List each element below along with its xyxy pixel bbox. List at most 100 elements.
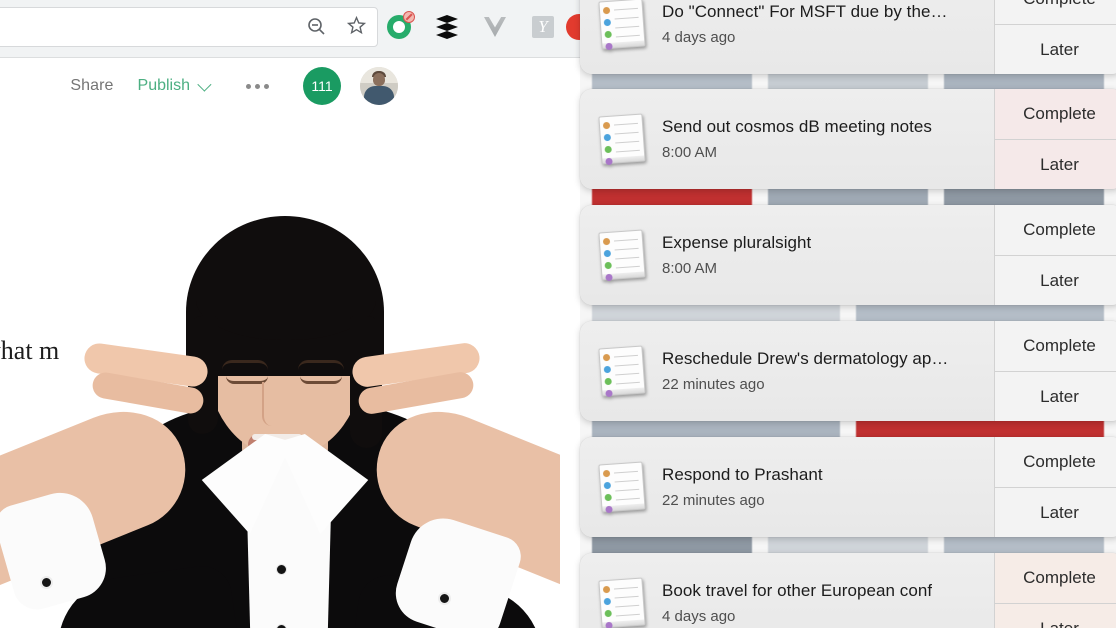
notification-complete-button[interactable]: Complete: [995, 321, 1116, 371]
notification-later-button[interactable]: Later: [995, 487, 1116, 537]
reminders-bullet: [602, 353, 611, 362]
screenshot-root: index.htmlIMG 6995act-cosmos-db-express-…: [0, 0, 1116, 628]
notification-banner[interactable]: Expense pluralsight 8:00 AM Complete Later: [580, 205, 1116, 305]
notification-timestamp: 4 days ago: [662, 608, 736, 625]
reminders-lines: [613, 586, 640, 617]
reminders-lines: [613, 122, 640, 153]
editor-toolbar-actions: Share Publish 111: [70, 58, 398, 114]
extension-toolbar: Y: [386, 7, 556, 47]
buffer-extension-icon[interactable]: [434, 14, 460, 40]
notification-title: Respond to Prashant: [662, 465, 823, 484]
notification-timestamp: 22 minutes ago: [662, 492, 765, 509]
reminders-bullet: [603, 133, 612, 142]
notification-title: Expense pluralsight: [662, 233, 812, 252]
avatar[interactable]: [360, 67, 398, 105]
reminders-lines: [613, 470, 640, 501]
reminders-line: [613, 122, 638, 126]
notification-text: Send out cosmos dB meeting notes 8:00 AM: [662, 117, 932, 161]
reminders-bullet: [603, 18, 612, 27]
notification-complete-button[interactable]: Complete: [995, 437, 1116, 487]
reminders-app-icon: [598, 461, 646, 514]
notification-title: Book travel for other European conf: [662, 581, 933, 600]
grammarly-extension-icon[interactable]: [386, 11, 415, 40]
notification-text: Expense pluralsight 8:00 AM: [662, 233, 811, 277]
reminders-line: [615, 604, 640, 608]
article-text-line: n block: [78, 576, 156, 605]
reminders-line: [615, 140, 640, 144]
reminders-bullet: [604, 145, 612, 154]
reminders-app-icon: [598, 229, 646, 282]
notification-actions: CompleteLater: [994, 89, 1116, 189]
reminders-line: [614, 16, 639, 20]
notification-content[interactable]: Do "Connect" For MSFT due by the… 4 days …: [580, 0, 994, 74]
notification-stack: Do "Connect" For MSFT due by the… 4 days …: [576, 0, 1116, 628]
article-text-line: f th: [82, 530, 118, 559]
reminders-line: [615, 25, 640, 29]
zoom-out-icon[interactable]: [306, 16, 326, 41]
hacker-news-extension-icon[interactable]: Y: [530, 14, 556, 40]
notification-banner[interactable]: Send out cosmos dB meeting notes 8:00 AM C…: [580, 89, 1116, 189]
share-button[interactable]: Share: [70, 77, 113, 95]
notification-actions: CompleteLater: [994, 437, 1116, 537]
notification-later-button[interactable]: Later: [995, 24, 1116, 74]
notification-banner[interactable]: Reschedule Drew's dermatology ap… 22 minu…: [580, 321, 1116, 421]
notification-banner[interactable]: Book travel for other European conf 4 day…: [580, 553, 1116, 628]
reminders-bullet: [603, 597, 612, 606]
reminders-bullet: [603, 365, 612, 374]
dot: [246, 83, 251, 89]
notification-text: Reschedule Drew's dermatology ap… 22 minu…: [662, 349, 948, 393]
notification-complete-button[interactable]: Complete: [995, 89, 1116, 139]
reminders-bullet: [603, 481, 612, 490]
notification-content[interactable]: Reschedule Drew's dermatology ap… 22 minu…: [580, 321, 994, 421]
notification-later-button[interactable]: Later: [995, 371, 1116, 421]
notification-actions: CompleteLater: [994, 553, 1116, 628]
reminders-line: [614, 479, 639, 483]
reminders-app-icon: [598, 113, 646, 166]
notification-timestamp: 4 days ago: [662, 29, 736, 46]
reminders-app-icon: [598, 577, 646, 628]
reminders-line: [613, 7, 638, 11]
article-body: what m f th n block t ff: [0, 114, 580, 628]
notification-complete-button[interactable]: Complete: [995, 0, 1116, 24]
more-options-button[interactable]: [246, 83, 269, 89]
notification-timestamp: 22 minutes ago: [662, 376, 765, 393]
reminders-bullet: [602, 237, 611, 246]
notification-later-button[interactable]: Later: [995, 603, 1116, 628]
publish-label: Publish: [137, 77, 190, 94]
browser-toolbar: Y: [0, 0, 592, 58]
notification-complete-button[interactable]: Complete: [995, 205, 1116, 255]
article-text-line: t ff: [86, 622, 117, 628]
notification-complete-button[interactable]: Complete: [995, 553, 1116, 603]
reminders-bullet: [602, 121, 611, 130]
reminders-app-icon: [598, 0, 646, 51]
reminders-line: [613, 586, 638, 590]
dot: [255, 83, 260, 89]
reminders-lines: [613, 238, 640, 269]
notification-content[interactable]: Book travel for other European conf 4 day…: [580, 553, 994, 628]
notification-content[interactable]: Send out cosmos dB meeting notes 8:00 AM: [580, 89, 994, 189]
bookmark-star-icon[interactable]: [346, 15, 367, 41]
notification-banner[interactable]: Respond to Prashant 22 minutes ago Complet…: [580, 437, 1116, 537]
reminders-line: [615, 372, 640, 376]
notification-timestamp: 8:00 AM: [662, 144, 718, 161]
publish-button[interactable]: Publish: [137, 77, 212, 95]
hacker-news-glyph: Y: [532, 16, 554, 38]
notification-content[interactable]: Respond to Prashant 22 minutes ago: [580, 437, 994, 537]
reminders-bullet: [604, 609, 612, 618]
reminders-line: [614, 363, 639, 367]
article-text-line: what m: [0, 336, 60, 365]
notification-content[interactable]: Expense pluralsight 8:00 AM: [580, 205, 994, 305]
reminders-bullet: [605, 42, 613, 51]
reminders-bullet: [604, 493, 612, 502]
notification-banner[interactable]: Do "Connect" For MSFT due by the… 4 days …: [580, 0, 1116, 74]
reminders-bullet: [602, 6, 611, 15]
vue-devtools-extension-icon[interactable]: [482, 14, 508, 40]
address-bar[interactable]: [0, 7, 378, 47]
notification-actions: CompleteLater: [994, 205, 1116, 305]
reminders-line: [613, 238, 638, 242]
reminders-line: [615, 488, 640, 492]
notification-count-badge[interactable]: 111: [303, 67, 341, 105]
reminders-line: [615, 256, 640, 260]
notification-later-button[interactable]: Later: [995, 255, 1116, 305]
notification-later-button[interactable]: Later: [995, 139, 1116, 189]
